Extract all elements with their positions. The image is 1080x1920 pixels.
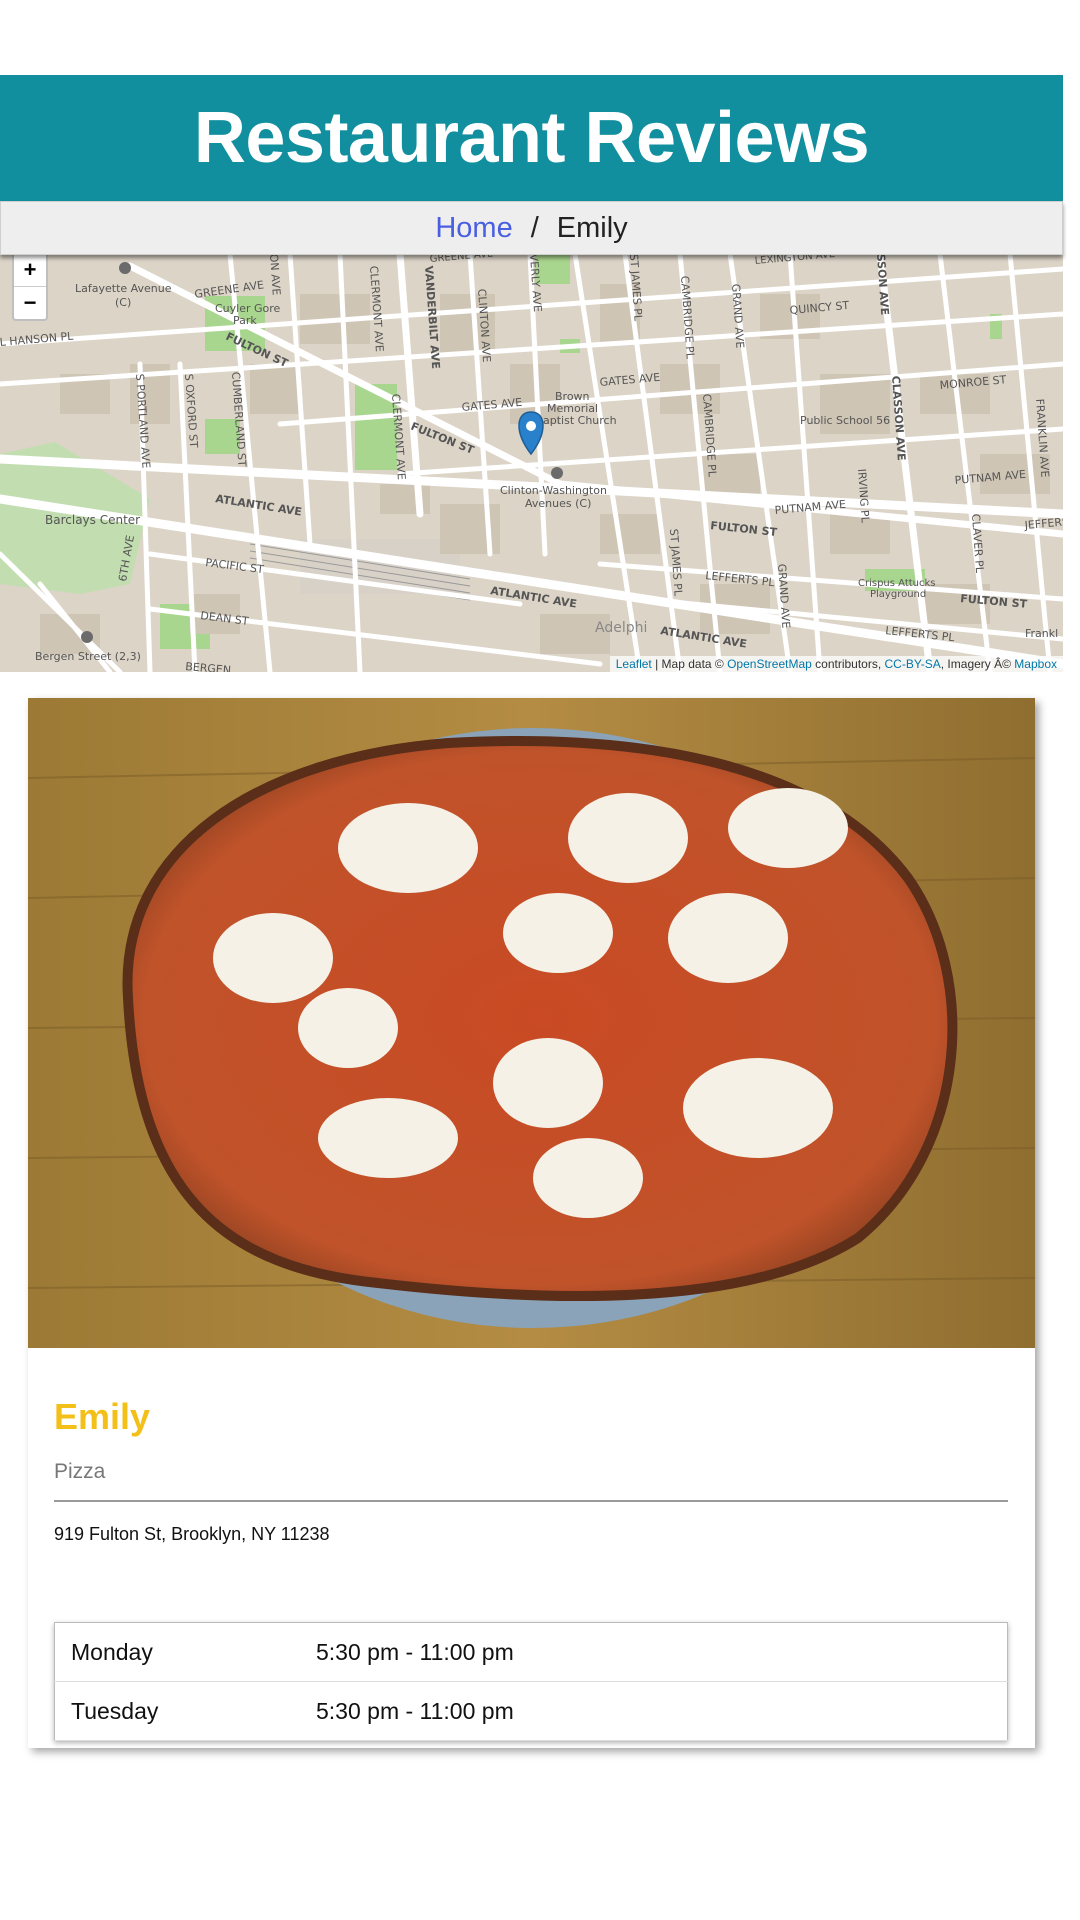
- license-link[interactable]: CC-BY-SA: [885, 657, 941, 671]
- zoom-out-button[interactable]: −: [14, 286, 46, 319]
- site-title[interactable]: Restaurant Reviews: [194, 97, 870, 179]
- divider: [54, 1500, 1008, 1502]
- svg-text:Clinton-Washington: Clinton-Washington: [500, 484, 607, 497]
- svg-text:Frankl: Frankl: [1025, 627, 1058, 640]
- map[interactable]: + − Lafayette Avenue (C) GREENE AVE GREE…: [0, 254, 1063, 672]
- svg-text:Park: Park: [233, 314, 257, 327]
- restaurant-address: 919 Fulton St, Brooklyn, NY 11238: [54, 1524, 330, 1544]
- table-row: Monday 5:30 pm - 11:00 pm: [54, 1622, 1008, 1682]
- restaurant-name: Emily: [54, 1396, 151, 1437]
- svg-text:Lafayette Avenue: Lafayette Avenue: [75, 282, 172, 295]
- breadcrumb-home-link[interactable]: Home: [435, 212, 512, 245]
- mapbox-link[interactable]: Mapbox: [1014, 657, 1057, 671]
- map-zoom-control: + −: [12, 254, 48, 321]
- restaurant-photo: [28, 698, 1035, 1348]
- hours-time: 5:30 pm - 11:00 pm: [300, 1681, 1008, 1741]
- breadcrumb-current: Emily: [556, 211, 628, 244]
- svg-text:Bergen Street (2,3): Bergen Street (2,3): [35, 650, 141, 663]
- svg-text:Adelphi: Adelphi: [595, 620, 647, 636]
- zoom-in-button[interactable]: +: [14, 254, 46, 286]
- hours-day: Tuesday: [54, 1681, 300, 1741]
- hours-table: Monday 5:30 pm - 11:00 pm Tuesday 5:30 p…: [54, 1622, 1008, 1741]
- svg-text:aptist Church: aptist Church: [543, 414, 617, 427]
- openstreetmap-link[interactable]: OpenStreetMap: [727, 657, 812, 671]
- svg-text:Barclays Center: Barclays Center: [45, 513, 140, 527]
- leaflet-link[interactable]: Leaflet: [616, 657, 652, 671]
- svg-text:Playground: Playground: [870, 589, 926, 600]
- svg-text:Avenues (C): Avenues (C): [525, 497, 591, 510]
- hours-time: 5:30 pm - 11:00 pm: [300, 1622, 1008, 1682]
- map-attribution: Leaflet | Map data © OpenStreetMap contr…: [609, 656, 1063, 672]
- svg-text:Crispus Attucks: Crispus Attucks: [858, 578, 936, 589]
- restaurant-cuisine: Pizza: [54, 1460, 106, 1483]
- restaurant-card: Emily Pizza 919 Fulton St, Brooklyn, NY …: [28, 698, 1035, 1748]
- hours-day: Monday: [54, 1622, 300, 1682]
- svg-text:(C): (C): [115, 296, 131, 309]
- svg-text:Public School 56: Public School 56: [800, 414, 890, 427]
- map-tiles: Lafayette Avenue (C) GREENE AVE GREENE A…: [0, 254, 1063, 672]
- breadcrumb: Home / Emily: [0, 201, 1063, 255]
- breadcrumb-separator: /: [530, 211, 539, 244]
- site-header: Restaurant Reviews: [0, 75, 1063, 201]
- table-row: Tuesday 5:30 pm - 11:00 pm: [54, 1681, 1008, 1741]
